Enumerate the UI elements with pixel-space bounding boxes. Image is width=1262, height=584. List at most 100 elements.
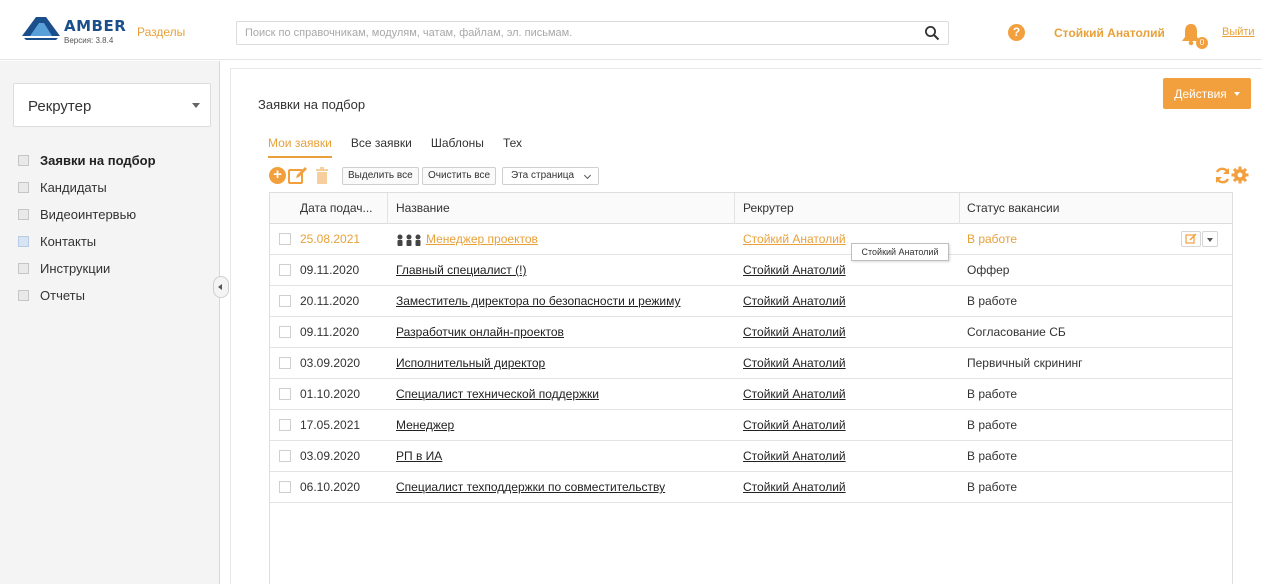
table-row[interactable]: 03.09.2020 Исполнительный директор Стойк… [270, 348, 1232, 379]
recruiter-link[interactable]: Стойкий Анатолий [743, 449, 846, 463]
sidebar: Рекрутер Заявки на подбор Кандидаты Виде… [0, 61, 220, 584]
sections-link[interactable]: Разделы [137, 25, 185, 39]
row-edit-button[interactable] [1181, 231, 1201, 247]
table-row[interactable]: 01.10.2020 Специалист технической поддер… [270, 379, 1232, 410]
sidebar-item-contacts[interactable]: Контакты [18, 228, 213, 255]
column-header-date[interactable]: Дата подач... [300, 193, 372, 224]
cell-status: В работе [967, 387, 1018, 401]
row-checkbox[interactable] [279, 326, 291, 338]
recruiter-tooltip: Стойкий Анатолий [851, 243, 949, 261]
page-scope-select[interactable]: Эта страница [502, 167, 600, 185]
vacancy-link[interactable]: РП в ИА [396, 449, 442, 463]
tab-my-requests[interactable]: Мои заявки [268, 136, 332, 158]
cell-recruiter: Стойкий Анатолий [743, 317, 846, 348]
cell-recruiter: Стойкий Анатолий [743, 410, 846, 441]
sidebar-item-candidates[interactable]: Кандидаты [18, 174, 213, 201]
column-header-status[interactable]: Статус вакансии [967, 193, 1059, 224]
cell-date: 01.10.2020 [300, 387, 361, 401]
cell-recruiter: Стойкий Анатолий [743, 472, 846, 503]
recruiter-link[interactable]: Стойкий Анатолий [743, 325, 846, 339]
page-scope-value: Эта страница [511, 170, 575, 181]
cell-status: В работе [967, 418, 1018, 432]
vacancy-link[interactable]: Специалист технической поддержки [396, 387, 599, 401]
tab-templates[interactable]: Шаблоны [431, 136, 484, 158]
help-icon[interactable]: ? [1008, 24, 1025, 41]
sidebar-item-video-interview[interactable]: Видеоинтервью [18, 201, 213, 228]
actions-button[interactable]: Действия [1163, 78, 1251, 109]
sidebar-item-label: Инструкции [40, 261, 111, 276]
recruiter-link[interactable]: Стойкий Анатолий [743, 232, 846, 246]
amber-logo[interactable]: AMBER Версия: 3.8.4 [20, 10, 127, 50]
row-menu-button[interactable] [1202, 231, 1218, 247]
sidebar-item-reports[interactable]: Отчеты [18, 282, 213, 309]
clear-all-button[interactable]: Очистить все [422, 167, 497, 185]
row-checkbox[interactable] [279, 481, 291, 493]
column-divider [734, 193, 735, 224]
list-icon [18, 182, 29, 193]
row-checkbox[interactable] [279, 388, 291, 400]
vacancy-link[interactable]: Менеджер [396, 418, 454, 432]
recruiter-link[interactable]: Стойкий Анатолий [743, 418, 846, 432]
row-checkbox[interactable] [279, 357, 291, 369]
row-checkbox[interactable] [279, 264, 291, 276]
vacancy-link[interactable]: Главный специалист (!) [396, 263, 526, 277]
search-input[interactable] [237, 22, 917, 44]
requests-table: Дата подач... Название Рекрутер Статус в… [269, 192, 1233, 584]
chevron-down-icon [192, 103, 200, 108]
main-panel: Заявки на подбор Действия Мои заявки Все… [230, 68, 1262, 584]
table-row[interactable]: 09.11.2020 Главный специалист (!) Стойки… [270, 255, 1232, 286]
table-header: Дата подач... Название Рекрутер Статус в… [270, 193, 1232, 224]
cell-recruiter: Стойкий Анатолий [743, 224, 846, 255]
cell-date: 20.11.2020 [300, 294, 360, 308]
vacancy-link[interactable]: Менеджер проектов [426, 232, 538, 246]
add-icon[interactable]: + [269, 167, 286, 184]
vacancy-link[interactable]: Разработчик онлайн-проектов [396, 325, 564, 339]
column-header-name[interactable]: Название [396, 193, 450, 224]
logo-text: AMBER [64, 17, 127, 35]
edit-icon[interactable] [288, 166, 308, 185]
recruiter-link[interactable]: Стойкий Анатолий [743, 480, 846, 494]
search-icon[interactable] [924, 25, 940, 41]
people-icon [397, 234, 421, 246]
vacancy-link[interactable]: Заместитель директора по безопасности и … [396, 294, 681, 308]
recruiter-link[interactable]: Стойкий Анатолий [743, 294, 846, 308]
table-row[interactable]: 03.09.2020 РП в ИА Стойкий Анатолий В ра… [270, 441, 1232, 472]
row-checkbox[interactable] [279, 419, 291, 431]
row-checkbox[interactable] [279, 233, 291, 245]
column-header-recruiter[interactable]: Рекрутер [743, 193, 794, 224]
role-select[interactable]: Рекрутер [13, 83, 211, 127]
cell-name: Разработчик онлайн-проектов [396, 317, 564, 348]
gear-icon[interactable] [1231, 166, 1249, 184]
recruiter-link[interactable]: Стойкий Анатолий [743, 356, 846, 370]
list-icon [18, 263, 29, 274]
vacancy-link[interactable]: Специалист техподдержки по совместительс… [396, 480, 665, 494]
select-all-button[interactable]: Выделить все [342, 167, 419, 185]
sidebar-item-requests[interactable]: Заявки на подбор [18, 147, 213, 174]
vacancy-link[interactable]: Исполнительный директор [396, 356, 545, 370]
user-name-link[interactable]: Стойкий Анатолий [1054, 26, 1165, 40]
table-row[interactable]: 25.08.2021 Менеджер проектов Стойкий Ана… [270, 224, 1232, 255]
tab-tech[interactable]: Тех [503, 136, 522, 158]
trash-icon[interactable] [315, 167, 329, 184]
cell-recruiter: Стойкий Анатолий [743, 348, 846, 379]
sidebar-item-instructions[interactable]: Инструкции [18, 255, 213, 282]
cell-date: 03.09.2020 [300, 449, 361, 463]
table-row[interactable]: 17.05.2021 Менеджер Стойкий Анатолий В р… [270, 410, 1232, 441]
refresh-icon[interactable] [1214, 167, 1231, 184]
cell-recruiter: Стойкий Анатолий [743, 379, 846, 410]
logout-link[interactable]: Выйти [1222, 26, 1255, 38]
sidebar-collapse-button[interactable] [213, 276, 229, 298]
row-checkbox[interactable] [279, 295, 291, 307]
tab-all-requests[interactable]: Все заявки [351, 136, 412, 158]
column-divider [387, 193, 388, 224]
table-row[interactable]: 20.11.2020 Заместитель директора по безо… [270, 286, 1232, 317]
cell-status: Оффер [967, 263, 1010, 277]
table-row[interactable]: 06.10.2020 Специалист техподдержки по со… [270, 472, 1232, 503]
global-search [236, 21, 949, 45]
app-version: Версия: 3.8.4 [64, 36, 114, 45]
recruiter-link[interactable]: Стойкий Анатолий [743, 387, 846, 401]
table-row[interactable]: 09.11.2020 Разработчик онлайн-проектов С… [270, 317, 1232, 348]
row-checkbox[interactable] [279, 450, 291, 462]
recruiter-link[interactable]: Стойкий Анатолий [743, 263, 846, 277]
cell-name: Специалист технической поддержки [396, 379, 599, 410]
